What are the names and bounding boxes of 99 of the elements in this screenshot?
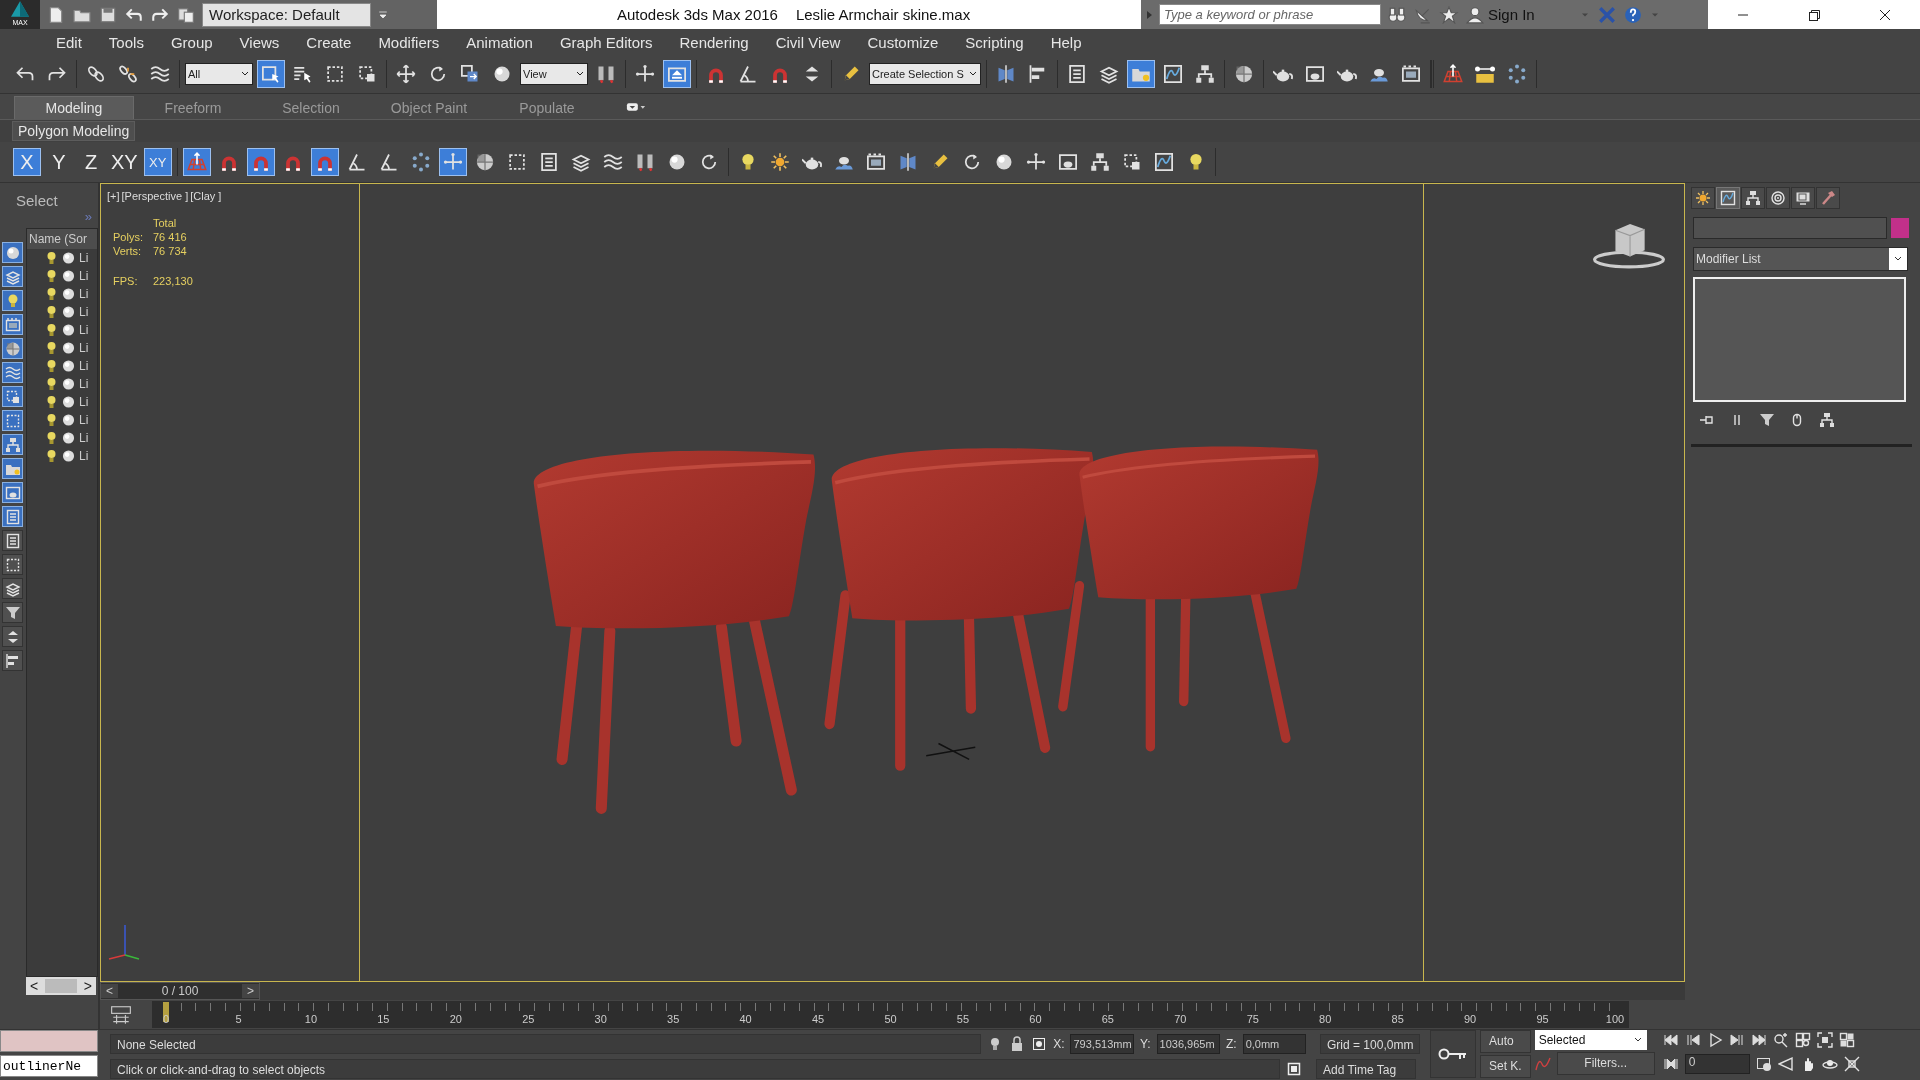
sign-in-button[interactable]: Sign In (1465, 5, 1535, 24)
frame-number: 0 (162, 1013, 170, 1026)
frame-number: 5 (235, 1013, 242, 1026)
modifier-list-dropdown[interactable]: Modifier List (1693, 247, 1908, 271)
previous-frame-button[interactable]: < (101, 984, 118, 998)
axis-button[interactable]: Z (77, 148, 105, 176)
stats-value: 223,130 (153, 275, 193, 287)
ribbon-tab[interactable]: Modeling (14, 96, 134, 119)
object-name[interactable]: Li (79, 359, 89, 373)
menu-item[interactable]: Group (170, 33, 213, 51)
menu-item[interactable]: Customize (867, 33, 939, 51)
stats-label: Verts: (113, 245, 143, 257)
add-time-tag-button[interactable]: Add Time Tag (1316, 1058, 1416, 1079)
axis-button[interactable]: XY (109, 148, 140, 176)
set-key-mode-button[interactable]: Set K. (1480, 1055, 1531, 1078)
viewport[interactable]: [+] [Perspective ] [Clay ] Total Polys: 76 416 Verts: 76 734 FPS: 223,130 (100, 183, 1685, 982)
z-label: Z: (1225, 1036, 1237, 1051)
stats-header: Total (153, 217, 178, 229)
frame-number: 60 (1029, 1013, 1042, 1026)
next-frame-button[interactable]: > (241, 984, 259, 998)
frame-number: 50 (884, 1013, 897, 1026)
prompt-text: Click or click-and-drag to select objects (110, 1058, 1280, 1079)
track-bar[interactable]: 0 5 10 15 20 25 30 35 40 45 50 55 60 65 70 75 80 85 90 95 100 (152, 1001, 1629, 1028)
x-coordinate-field[interactable]: 793,513mm (1070, 1033, 1134, 1054)
object-name[interactable]: Li (79, 305, 89, 319)
column-header[interactable]: Name (Sor (27, 229, 97, 249)
app-title: Autodesk 3ds Max 2016 (617, 6, 778, 23)
current-frame-field[interactable]: 0 (1684, 1054, 1750, 1074)
stats-value: 76 416 (153, 231, 188, 243)
listener-field[interactable]: outlinerNe (0, 1055, 98, 1077)
y-label: Y: (1139, 1036, 1151, 1051)
menu-item[interactable]: Edit (56, 33, 82, 51)
frame-number: 75 (1246, 1013, 1259, 1026)
auto-key-button[interactable]: Auto (1480, 1030, 1531, 1053)
menu-item[interactable]: Rendering (679, 33, 749, 51)
time-slider-thumb[interactable]: < 0 / 100 > (100, 982, 260, 1000)
menu-item[interactable]: Help (1050, 33, 1082, 51)
frame-number: 85 (1391, 1013, 1404, 1026)
frame-number: 25 (522, 1013, 535, 1026)
menu-item[interactable]: Tools (108, 33, 144, 51)
axis-button[interactable]: X (13, 148, 41, 176)
object-name[interactable]: Li (79, 287, 89, 301)
selection-status: None Selected (110, 1033, 982, 1054)
frame-counter: 0 / 100 (161, 984, 199, 998)
toolbar-dropdown[interactable]: Create Selection S (869, 63, 981, 85)
frame-number: 10 (304, 1013, 317, 1026)
object-name[interactable]: Li (79, 251, 89, 265)
menu-item[interactable]: Views (239, 33, 280, 51)
y-coordinate-field[interactable]: 1036,965m (1156, 1033, 1220, 1054)
key-filter-dropdown[interactable]: Selected (1534, 1030, 1647, 1050)
grid-size: Grid = 100,0mm (1320, 1033, 1420, 1054)
menu-item[interactable]: Scripting (965, 33, 1024, 51)
viewport-label[interactable]: [Perspective ] (121, 190, 189, 202)
object-name[interactable]: Li (79, 449, 89, 463)
scroll-left-button[interactable]: < (26, 978, 43, 994)
stats-value: 76 734 (153, 245, 188, 257)
frame-number: 40 (739, 1013, 752, 1026)
object-name[interactable]: Li (79, 269, 89, 283)
stats-label: FPS: (113, 275, 139, 287)
ribbon-panel-tab[interactable]: Polygon Modeling (12, 121, 136, 141)
z-coordinate-field[interactable]: 0,0mm (1242, 1033, 1306, 1054)
frame-number: 30 (594, 1013, 607, 1026)
frame-number: 65 (1101, 1013, 1114, 1026)
toolbar-dropdown[interactable]: All (185, 63, 253, 85)
frame-number: 70 (1174, 1013, 1187, 1026)
frame-number: 90 (1463, 1013, 1477, 1026)
frame-number: 100 (1605, 1013, 1625, 1026)
frame-number: 80 (1319, 1013, 1332, 1026)
frame-number: 45 (811, 1013, 825, 1026)
toolbar-dropdown[interactable]: View (520, 63, 588, 85)
frame-number: 95 (1536, 1013, 1549, 1026)
workspace-dropdown[interactable]: Workspace: Default (202, 2, 371, 27)
menu-item[interactable]: Create (306, 33, 352, 51)
object-name[interactable]: Li (79, 377, 89, 391)
menu-item[interactable]: Graph Editors (559, 33, 653, 51)
viewport-label[interactable]: [Clay ] (190, 190, 222, 202)
menu-item[interactable]: Animation (466, 33, 533, 51)
frame-number: 15 (377, 1013, 390, 1026)
axis-button[interactable]: Y (45, 148, 73, 176)
scroll-bar[interactable]: < > (26, 977, 96, 995)
panel-title: Select (15, 191, 59, 209)
object-name[interactable]: Li (79, 395, 89, 409)
object-name[interactable]: Li (79, 341, 89, 355)
viewport-label[interactable]: [+] (107, 190, 120, 202)
frame-number: 55 (956, 1013, 970, 1026)
stats-label: Polys: (113, 231, 144, 243)
file-name: Leslie Armchair skine.max (795, 6, 971, 23)
axis-button[interactable]: XY (143, 148, 172, 176)
key-filters-button[interactable]: Filters... (1556, 1052, 1655, 1075)
search-field[interactable]: Type a keyword or phrase (1159, 4, 1381, 25)
frame-number: 35 (667, 1013, 680, 1026)
x-label: X: (1053, 1036, 1065, 1051)
menu-item[interactable]: Civil View (775, 33, 841, 51)
menu-item[interactable]: Modifiers (378, 33, 440, 51)
object-name[interactable]: Li (79, 413, 89, 427)
frame-number: 20 (449, 1013, 462, 1026)
object-name[interactable]: Li (79, 323, 89, 337)
scroll-right-button[interactable]: > (79, 978, 96, 994)
object-name[interactable]: Li (79, 431, 89, 445)
